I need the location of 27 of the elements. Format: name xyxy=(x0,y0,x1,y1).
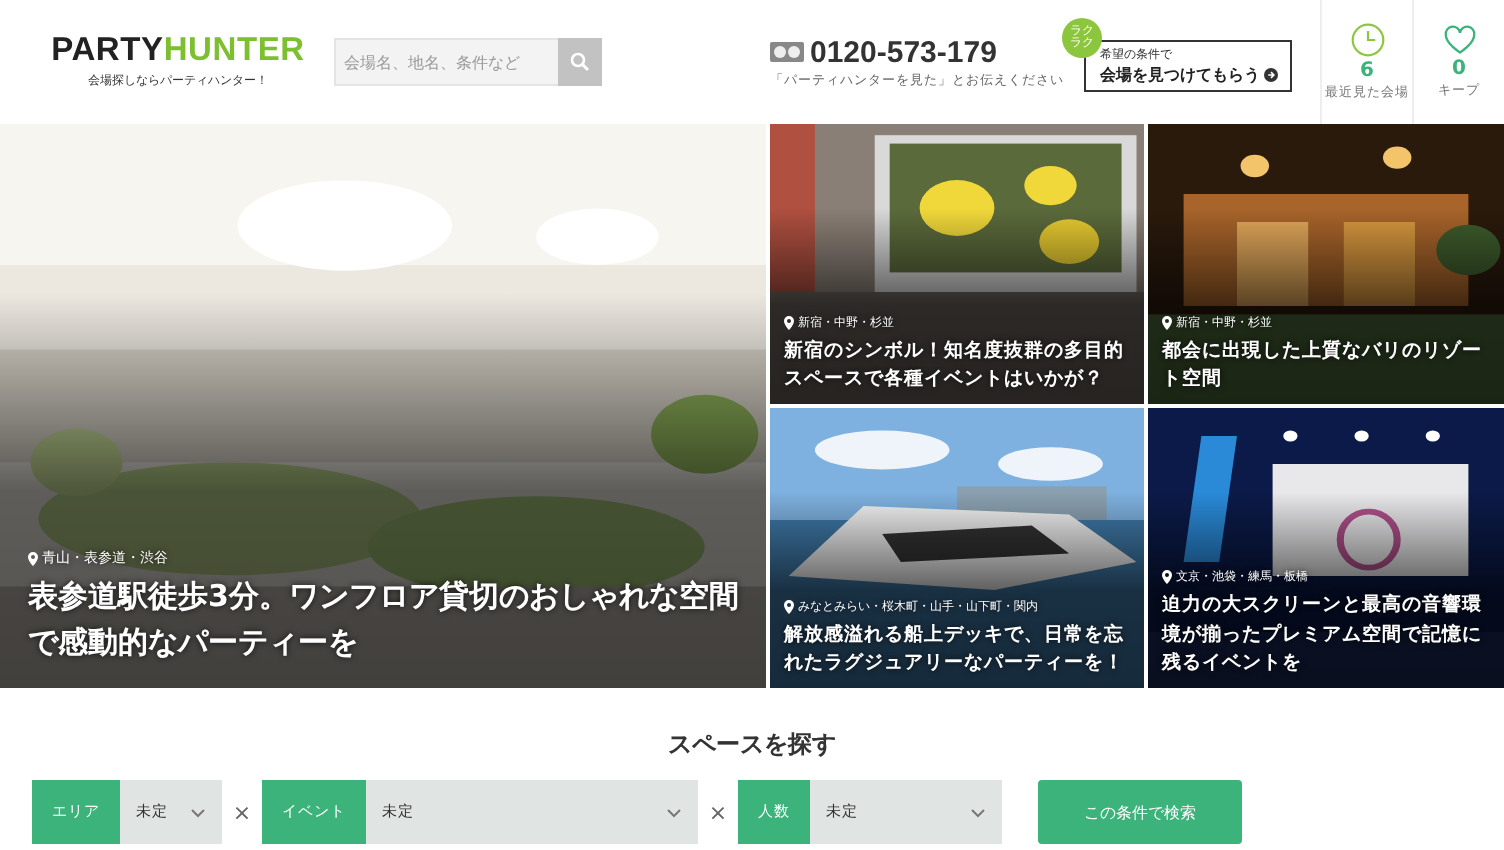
clock-icon xyxy=(1349,22,1385,58)
heart-icon xyxy=(1441,24,1477,56)
chevron-down-icon xyxy=(970,807,986,817)
counter-value: 0 xyxy=(1452,58,1466,80)
search-field[interactable]: 会場名、地名、条件など xyxy=(334,38,558,86)
feature-title: 迫力の大スクリーンと最高の音響環境が揃ったプレミアム空間で記憶に残るイベントを xyxy=(1162,592,1484,678)
location-pin-icon xyxy=(784,599,794,613)
section-title: スペースを探す xyxy=(668,728,836,762)
location-pin-icon xyxy=(1162,570,1172,585)
feature-title: 新宿のシンボル！知名度抜群の多目的スペースで各種イベントはいかが？ xyxy=(784,337,1126,394)
counter-value: 6 xyxy=(1360,60,1374,82)
logo[interactable]: PARTYHUNTER xyxy=(51,33,305,67)
phone-number[interactable]: 0120-573-179 xyxy=(810,35,997,69)
feature-title: 表参道駅徒歩3分。ワンフロア貸切のおしゃれな空間で感動的なパーティーを xyxy=(28,576,741,663)
free-dial-icon xyxy=(770,42,804,62)
multiply-sign: × xyxy=(706,799,730,825)
location-pin-icon xyxy=(1162,315,1172,329)
feature-title: 都会に出現した上質なバリのリゾート空間 xyxy=(1162,337,1484,394)
search-icon xyxy=(570,52,590,72)
location-pin-icon xyxy=(28,551,38,565)
chevron-down-icon xyxy=(666,807,682,817)
chevron-down-icon xyxy=(190,807,206,817)
location-pin-icon xyxy=(784,315,794,329)
feature-title: 解放感溢れる船上デッキで、日常を忘れたラグジュアリーなパーティーを！ xyxy=(784,621,1126,678)
search-button[interactable] xyxy=(558,38,602,86)
multiply-sign: × xyxy=(230,799,254,825)
arrow-circle-icon xyxy=(1264,68,1278,82)
